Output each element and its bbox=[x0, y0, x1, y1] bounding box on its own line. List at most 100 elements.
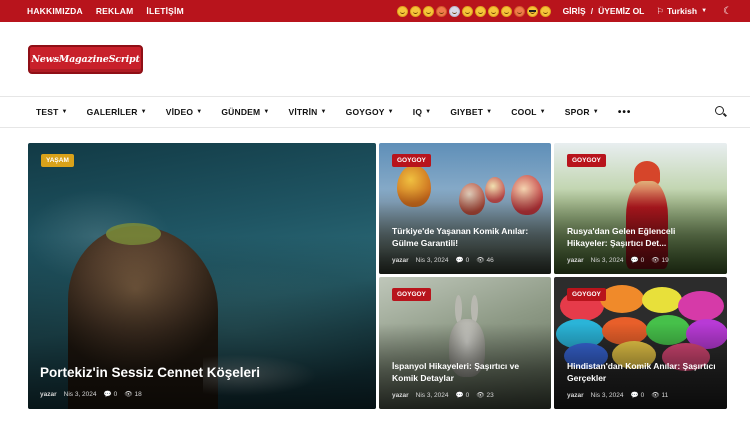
card-author[interactable]: yazar bbox=[567, 392, 584, 399]
card-author[interactable]: yazar bbox=[392, 392, 409, 399]
card-title[interactable]: Rusya'dan Gelen Eğlenceli Hikayeler: Şaş… bbox=[567, 226, 717, 250]
rocket-icon[interactable] bbox=[448, 5, 460, 17]
eye-icon: 👁 bbox=[476, 257, 485, 264]
caret-down-icon: ▼ bbox=[140, 109, 147, 115]
comment-icon: 💬 bbox=[455, 257, 464, 264]
nav-item-goygoy[interactable]: GOYGOY ▼ bbox=[346, 107, 394, 118]
nav-item-spor[interactable]: SPOR ▼ bbox=[565, 107, 599, 118]
nav-item-galleries[interactable]: GALERİLER ▼ bbox=[87, 107, 147, 118]
nav-items: TEST ▼ GALERİLER ▼ VİDEO ▼ GÜNDEM ▼ VİTRİN ▼ … bbox=[36, 107, 714, 118]
cool-icon[interactable] bbox=[526, 5, 538, 17]
nav-label: GÜNDEM bbox=[221, 107, 261, 117]
nav-label: VİTRİN bbox=[288, 107, 318, 117]
nav-item-cool[interactable]: COOL ▼ bbox=[511, 107, 546, 118]
flag-icon: ⚐ bbox=[656, 5, 664, 16]
auth-links: GİRİŞ / ÜYEMİZ OL bbox=[563, 6, 645, 16]
card-author[interactable]: yazar bbox=[392, 257, 409, 264]
category-badge[interactable]: GOYGOY bbox=[567, 154, 606, 167]
nav-item-vitrin[interactable]: VİTRİN ▼ bbox=[288, 107, 326, 118]
caret-down-icon: ▼ bbox=[592, 109, 599, 115]
views-count: 👁 46 bbox=[476, 257, 494, 264]
top-links: HAKKIMIZDA REKLAM İLETİŞİM bbox=[27, 6, 184, 16]
grin-icon[interactable] bbox=[487, 5, 499, 17]
card-meta: yazar Nis 3, 2024 💬 0 👁 46 bbox=[392, 256, 494, 265]
search-icon[interactable] bbox=[714, 105, 728, 119]
views-count: 👁 18 bbox=[124, 391, 142, 398]
comment-icon: 💬 bbox=[630, 257, 639, 264]
site-logo[interactable]: NewsMagazineScript bbox=[28, 44, 143, 74]
dark-mode-icon[interactable]: ☾ bbox=[723, 6, 732, 17]
register-link[interactable]: ÜYEMİZ OL bbox=[598, 6, 644, 16]
login-link[interactable]: GİRİŞ bbox=[563, 6, 586, 16]
card-title[interactable]: İspanyol Hikayeleri: Şaşırtıcı ve Komik … bbox=[392, 361, 541, 385]
scream-icon[interactable] bbox=[539, 5, 551, 17]
reaction-icons bbox=[396, 5, 551, 17]
card-meta: yazar Nis 3, 2024 💬 0 👁 11 bbox=[567, 391, 668, 400]
card-title[interactable]: Portekiz'in Sessiz Cennet Köşeleri bbox=[40, 364, 366, 383]
caret-down-icon: ▼ bbox=[196, 109, 203, 115]
main-nav: TEST ▼ GALERİLER ▼ VİDEO ▼ GÜNDEM ▼ VİTRİN ▼ … bbox=[0, 96, 750, 128]
card-author[interactable]: yazar bbox=[40, 391, 57, 398]
nav-item-giybet[interactable]: GIYBET ▼ bbox=[450, 107, 492, 118]
contact-link[interactable]: İLETİŞİM bbox=[146, 6, 184, 16]
featured-card[interactable]: YAŞAM Portekiz'in Sessiz Cennet Köşeleri… bbox=[28, 143, 376, 409]
angry-icon[interactable] bbox=[435, 5, 447, 17]
love-icon[interactable] bbox=[513, 5, 525, 17]
nav-item-iq[interactable]: IQ ▼ bbox=[413, 107, 432, 118]
category-badge[interactable]: YAŞAM bbox=[41, 154, 74, 167]
language-label: Turkish bbox=[667, 6, 698, 16]
category-badge[interactable]: GOYGOY bbox=[567, 288, 606, 301]
category-badge[interactable]: GOYGOY bbox=[392, 154, 431, 167]
laugh-icon[interactable] bbox=[461, 5, 473, 17]
surprised-icon[interactable] bbox=[409, 5, 421, 17]
nav-more-button[interactable]: ••• bbox=[618, 107, 632, 118]
caret-down-icon: ▼ bbox=[387, 109, 394, 115]
eye-icon: 👁 bbox=[124, 391, 133, 398]
featured-grid: YAŞAM Portekiz'in Sessiz Cennet Köşeleri… bbox=[28, 143, 727, 409]
nav-label: COOL bbox=[511, 107, 537, 117]
views-count: 👁 23 bbox=[476, 392, 494, 399]
comments-count: 💬 0 bbox=[103, 391, 118, 398]
chevron-down-icon: ▼ bbox=[701, 8, 708, 14]
nav-item-test[interactable]: TEST ▼ bbox=[36, 107, 68, 118]
top-right: GİRİŞ / ÜYEMİZ OL ⚐ Turkish ▼ ☾ bbox=[396, 5, 732, 17]
nav-label: GALERİLER bbox=[86, 107, 138, 117]
nav-label: VİDEO bbox=[165, 107, 194, 117]
nav-label: SPOR bbox=[564, 107, 590, 117]
nav-item-gundem[interactable]: GÜNDEM ▼ bbox=[221, 107, 269, 118]
lol-icon[interactable] bbox=[500, 5, 512, 17]
caret-down-icon: ▼ bbox=[425, 109, 432, 115]
article-card[interactable]: GOYGOY Rusya'dan Gelen Eğlenceli Hikayel… bbox=[554, 143, 727, 274]
comments-count: 💬 0 bbox=[630, 257, 645, 264]
article-card[interactable]: GOYGOY Hindistan'dan Komik Anılar: Şaşır… bbox=[554, 277, 727, 409]
card-date: Nis 3, 2024 bbox=[590, 256, 624, 264]
article-card[interactable]: GOYGOY Türkiye'de Yaşanan Komik Anılar: … bbox=[379, 143, 551, 274]
wink-icon[interactable] bbox=[474, 5, 486, 17]
category-badge[interactable]: GOYGOY bbox=[392, 288, 431, 301]
caret-down-icon: ▼ bbox=[486, 109, 493, 115]
logo-text: NewsMagazineScript bbox=[31, 53, 140, 65]
nav-item-video[interactable]: VİDEO ▼ bbox=[166, 107, 203, 118]
language-selector[interactable]: ⚐ Turkish ▼ bbox=[656, 6, 707, 17]
article-card[interactable]: GOYGOY İspanyol Hikayeleri: Şaşırtıcı ve… bbox=[379, 277, 551, 409]
auth-separator: / bbox=[590, 6, 594, 16]
card-date: Nis 3, 2024 bbox=[590, 391, 624, 399]
views-count: 👁 19 bbox=[651, 257, 669, 264]
ads-link[interactable]: REKLAM bbox=[96, 6, 134, 16]
nav-label: TEST bbox=[36, 107, 59, 117]
nav-label: IQ bbox=[412, 107, 423, 117]
card-date: Nis 3, 2024 bbox=[415, 391, 449, 399]
card-title[interactable]: Türkiye'de Yaşanan Komik Anılar: Gülme G… bbox=[392, 226, 541, 250]
card-title[interactable]: Hindistan'dan Komik Anılar: Şaşırtıcı Ge… bbox=[567, 361, 717, 385]
about-link[interactable]: HAKKIMIZDA bbox=[27, 6, 83, 16]
sad-icon[interactable] bbox=[422, 5, 434, 17]
comments-count: 💬 0 bbox=[630, 392, 645, 399]
card-meta: yazar Nis 3, 2024 💬 0 👁 19 bbox=[567, 256, 669, 265]
card-author[interactable]: yazar bbox=[567, 257, 584, 264]
caret-down-icon: ▼ bbox=[263, 109, 270, 115]
eye-icon: 👁 bbox=[476, 392, 485, 399]
caret-down-icon: ▼ bbox=[539, 109, 546, 115]
smile-icon[interactable] bbox=[396, 5, 408, 17]
card-date: Nis 3, 2024 bbox=[415, 256, 449, 264]
comment-icon: 💬 bbox=[455, 392, 464, 399]
